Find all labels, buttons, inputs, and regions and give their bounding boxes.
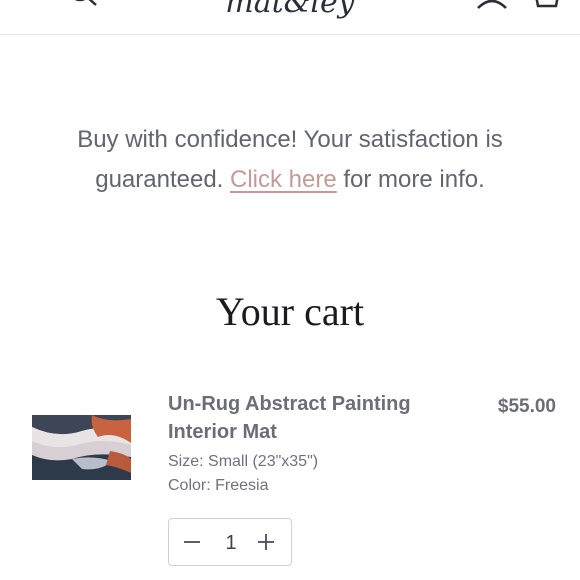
more-info-link[interactable]: Click here xyxy=(230,166,337,193)
site-header: mat&ley xyxy=(0,0,580,35)
plus-icon[interactable] xyxy=(255,531,277,553)
product-color: Color: Freesia xyxy=(168,477,269,494)
cart-icon[interactable] xyxy=(532,0,562,10)
quantity-stepper: 1 xyxy=(168,518,292,566)
site-logo[interactable]: mat&ley xyxy=(190,0,390,22)
notice-text-after: for more info. xyxy=(336,166,485,193)
product-name[interactable]: Un-Rug Abstract Painting Interior Mat xyxy=(168,390,468,446)
logo-text: mat&ley xyxy=(225,0,355,20)
product-size: Size: Small (23"x35") xyxy=(168,453,319,470)
product-options: Size: Small (23"x35") Color: Freesia xyxy=(168,450,318,498)
search-icon[interactable] xyxy=(66,0,100,12)
minus-icon[interactable] xyxy=(181,531,203,553)
account-icon[interactable] xyxy=(474,0,510,10)
page-title: Your cart xyxy=(215,289,365,334)
satisfaction-notice: Buy with confidence! Your satisfaction i… xyxy=(40,120,540,200)
product-price: $55.00 xyxy=(497,396,556,417)
product-image[interactable] xyxy=(32,415,131,480)
menu-icon[interactable] xyxy=(18,0,48,8)
